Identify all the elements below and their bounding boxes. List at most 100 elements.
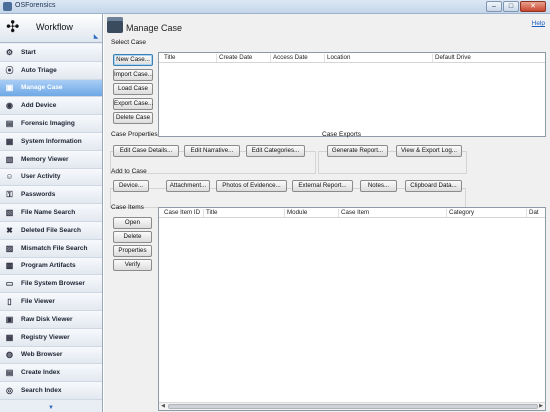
sidebar-item-label: File Name Search	[21, 209, 76, 217]
minimize-button[interactable]: –	[486, 1, 502, 12]
select-case-label: Select Case	[111, 39, 147, 46]
memory-icon: ▥	[5, 154, 14, 164]
sidebar-item-file-viewer[interactable]: ▯ File Viewer	[0, 293, 102, 311]
case-items-header: Case Item ID Title Module Case Item Cate…	[159, 208, 545, 218]
window-titlebar: OSForensics – □ ✕	[0, 0, 550, 14]
add-notes-button[interactable]: Notes...	[360, 180, 397, 192]
imaging-icon: ▤	[5, 119, 14, 129]
add-device-icon: ◉	[6, 101, 13, 111]
sidebar-item-passwords[interactable]: ⚿ Passwords	[0, 186, 102, 205]
sidebar-item-label: Deleted File Search	[21, 226, 81, 234]
column-header[interactable]: Category	[447, 209, 527, 217]
delete-case-button[interactable]: Delete Case	[113, 112, 153, 124]
sidebar-item-label: Add Device	[21, 102, 57, 110]
column-header[interactable]: Location	[325, 54, 433, 62]
sidebar-item-deleted-file-search[interactable]: ✖ Deleted File Search	[0, 221, 102, 240]
column-header[interactable]: Create Date	[217, 54, 271, 62]
scroll-left-icon[interactable]: ◀	[159, 403, 167, 410]
case-items-label: Case Items	[111, 204, 144, 211]
scrollbar-thumb[interactable]	[168, 404, 538, 409]
create-index-icon: ▤	[5, 368, 14, 378]
column-header[interactable]: Case Item	[339, 209, 447, 217]
add-attachment-button[interactable]: Attachment...	[166, 180, 210, 192]
page-title: Manage Case	[126, 23, 183, 33]
scroll-right-icon[interactable]: ▶	[537, 403, 545, 410]
column-header[interactable]: Case Item ID	[162, 209, 204, 217]
scroll-down-icon[interactable]: ▼	[0, 404, 102, 412]
file-search-icon: ▧	[5, 208, 14, 218]
main-panel: Manage Case Help Select Case New Case...…	[104, 14, 550, 412]
deleted-file-icon: ✖	[6, 225, 13, 235]
sidebar-item-label: Forensic Imaging	[21, 120, 75, 128]
sidebar-title: Workflow	[36, 22, 73, 32]
sidebar-item-search-index[interactable]: ◎ Search Index	[0, 382, 102, 400]
column-header[interactable]: Dat	[527, 209, 545, 217]
external-report-button[interactable]: External Report...	[292, 180, 353, 192]
case-list-table[interactable]: Title Create Date Access Date Location D…	[158, 52, 546, 137]
sidebar-item-label: Manage Case	[21, 84, 63, 92]
help-link[interactable]: Help	[532, 20, 545, 27]
sidebar-item-manage-case[interactable]: ▣ Manage Case	[0, 79, 102, 98]
sidebar-item-system-information[interactable]: ▦ System Information	[0, 132, 102, 151]
sidebar-item-label: Search Index	[21, 387, 62, 395]
briefcase-icon: ▣	[5, 83, 14, 93]
briefcase-icon	[107, 17, 123, 33]
sidebar-item-label: Program Artifacts	[21, 262, 76, 270]
collapse-icon[interactable]: ◣	[92, 34, 100, 41]
horizontal-scrollbar[interactable]: ◀ ▶	[159, 402, 545, 410]
verify-item-button[interactable]: Verify	[113, 259, 152, 271]
column-header[interactable]: Access Date	[271, 54, 325, 62]
edit-categories-button[interactable]: Edit Categories...	[246, 145, 305, 157]
globe-icon: ◍	[6, 350, 13, 360]
sidebar-item-add-device[interactable]: ◉ Add Device	[0, 97, 102, 116]
registry-icon: ▦	[5, 332, 14, 342]
import-case-button[interactable]: Import Case...	[113, 69, 153, 81]
column-header[interactable]: Title	[204, 209, 285, 217]
sidebar-item-file-system-browser[interactable]: ▭ File System Browser	[0, 275, 102, 294]
program-artifacts-icon: ▩	[5, 261, 14, 271]
sidebar-item-mismatch-file-search[interactable]: ▨ Mismatch File Search	[0, 239, 102, 258]
fingerprint-icon: ⦿	[5, 65, 14, 75]
add-device-button[interactable]: Device...	[113, 180, 149, 192]
sidebar-item-memory-viewer[interactable]: ▥ Memory Viewer	[0, 150, 102, 169]
column-header[interactable]: Title	[162, 54, 217, 62]
start-icon: ⚙	[5, 47, 14, 57]
sidebar-item-auto-triage[interactable]: ⦿ Auto Triage	[0, 61, 102, 80]
app-icon	[3, 2, 12, 11]
item-properties-button[interactable]: Properties	[113, 245, 152, 257]
sidebar-item-registry-viewer[interactable]: ▦ Registry Viewer	[0, 328, 102, 347]
case-list-header: Title Create Date Access Date Location D…	[159, 53, 545, 63]
column-header[interactable]: Default Drive	[433, 54, 543, 62]
export-case-button[interactable]: Export Case...	[113, 98, 153, 110]
mismatch-icon: ▨	[5, 243, 14, 253]
load-case-button[interactable]: Load Case	[113, 83, 153, 95]
sidebar-item-program-artifacts[interactable]: ▩ Program Artifacts	[0, 257, 102, 276]
edit-case-details-button[interactable]: Edit Case Details...	[113, 145, 179, 157]
sidebar-list: ⚙ Start ⦿ Auto Triage ▣ Manage Case ◉ Add Devic…	[0, 44, 102, 400]
workflow-sidebar: ✣ Workflow ◣ ⚙ Start ⦿ Auto Triage ▣ Manage C…	[0, 14, 103, 412]
sidebar-item-label: Memory Viewer	[21, 155, 69, 163]
column-header[interactable]: Module	[285, 209, 339, 217]
case-items-table[interactable]: Case Item ID Title Module Case Item Cate…	[158, 207, 546, 411]
sidebar-item-raw-disk-viewer[interactable]: ▣ Raw Disk Viewer	[0, 310, 102, 329]
sidebar-item-label: Web Browser	[21, 351, 63, 359]
close-button[interactable]: ✕	[520, 1, 546, 12]
generate-report-button[interactable]: Generate Report...	[327, 145, 388, 157]
open-item-button[interactable]: Open	[113, 217, 152, 229]
maximize-button[interactable]: □	[503, 1, 519, 12]
photos-of-evidence-button[interactable]: Photos of Evidence...	[216, 180, 287, 192]
sidebar-item-label: Auto Triage	[21, 66, 57, 74]
sidebar-item-forensic-imaging[interactable]: ▤ Forensic Imaging	[0, 115, 102, 133]
new-case-button[interactable]: New Case...	[113, 54, 153, 66]
clipboard-data-button[interactable]: Clipboard Data...	[405, 180, 462, 192]
view-export-log-button[interactable]: View & Export Log...	[396, 145, 462, 157]
sidebar-item-user-activity[interactable]: ☺ User Activity	[0, 168, 102, 187]
sidebar-item-label: File System Browser	[21, 280, 85, 288]
case-properties-label: Case Properties	[111, 131, 158, 138]
sidebar-item-file-name-search[interactable]: ▧ File Name Search	[0, 204, 102, 222]
sidebar-item-create-index[interactable]: ▤ Create Index	[0, 364, 102, 383]
sidebar-item-web-browser[interactable]: ◍ Web Browser	[0, 346, 102, 365]
edit-narrative-button[interactable]: Edit Narrative...	[184, 145, 240, 157]
delete-item-button[interactable]: Delete	[113, 231, 152, 243]
sidebar-item-start[interactable]: ⚙ Start	[0, 44, 102, 62]
